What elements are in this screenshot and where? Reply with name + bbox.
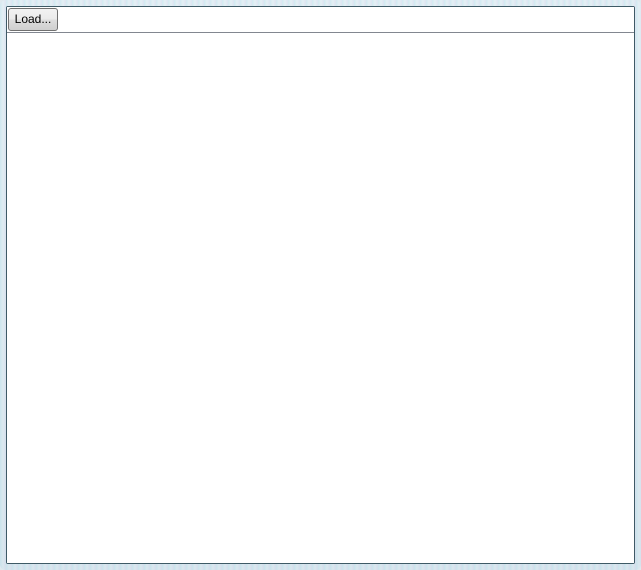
toolbar: Load... (7, 7, 634, 33)
content-panel (7, 32, 634, 563)
window-frame: Load... (0, 0, 641, 570)
load-button[interactable]: Load... (8, 8, 58, 31)
client-area: Load... (6, 6, 635, 564)
